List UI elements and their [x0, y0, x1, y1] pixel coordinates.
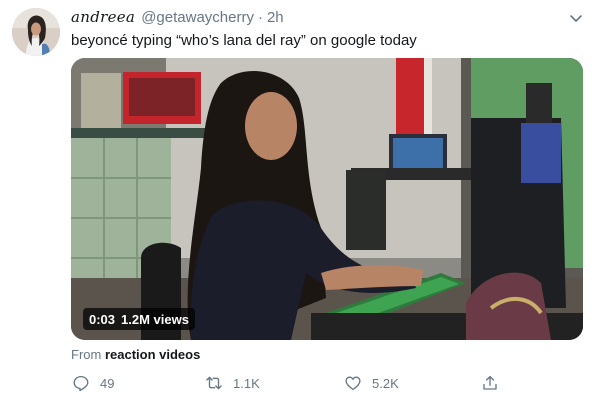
tweet-card[interactable]: andreea @getawaycherry · 2h beyoncé typi… — [0, 0, 608, 400]
tweet-header: andreea @getawaycherry · 2h — [71, 8, 284, 28]
source-prefix: From — [71, 347, 102, 362]
chevron-down-icon[interactable] — [568, 10, 584, 26]
retweet-icon — [206, 376, 222, 390]
retweet-count: 1.1K — [233, 375, 260, 391]
video-player[interactable] — [71, 58, 583, 340]
video-info-badge: 0:03 1.2M views — [83, 308, 195, 330]
retweet-button[interactable]: 1.1K — [205, 372, 260, 394]
reply-count: 49 — [100, 375, 115, 391]
avatar-image — [12, 8, 60, 56]
tweet-text: beyoncé typing “who’s lana del ray” on g… — [71, 32, 417, 49]
like-button[interactable]: 5.2K — [344, 372, 399, 394]
reply-icon — [73, 375, 89, 392]
like-count: 5.2K — [372, 375, 399, 391]
separator-dot: · — [257, 9, 263, 26]
reply-button[interactable]: 49 — [72, 372, 114, 394]
user-handle[interactable]: @getawaycherry — [141, 9, 254, 26]
avatar[interactable] — [12, 8, 60, 56]
video-source: From reaction videos — [71, 347, 200, 362]
share-button[interactable] — [481, 372, 499, 394]
video-duration: 0:03 — [89, 311, 116, 327]
heart-icon — [345, 376, 361, 391]
video-frame — [71, 58, 583, 340]
video-views: 1.2M views — [121, 311, 189, 327]
timestamp[interactable]: 2h — [267, 9, 284, 26]
share-icon — [483, 375, 497, 390]
action-bar: 49 1.1K 5.2K — [71, 372, 583, 394]
display-name[interactable]: andreea — [71, 8, 135, 26]
source-link[interactable]: reaction videos — [105, 347, 200, 362]
